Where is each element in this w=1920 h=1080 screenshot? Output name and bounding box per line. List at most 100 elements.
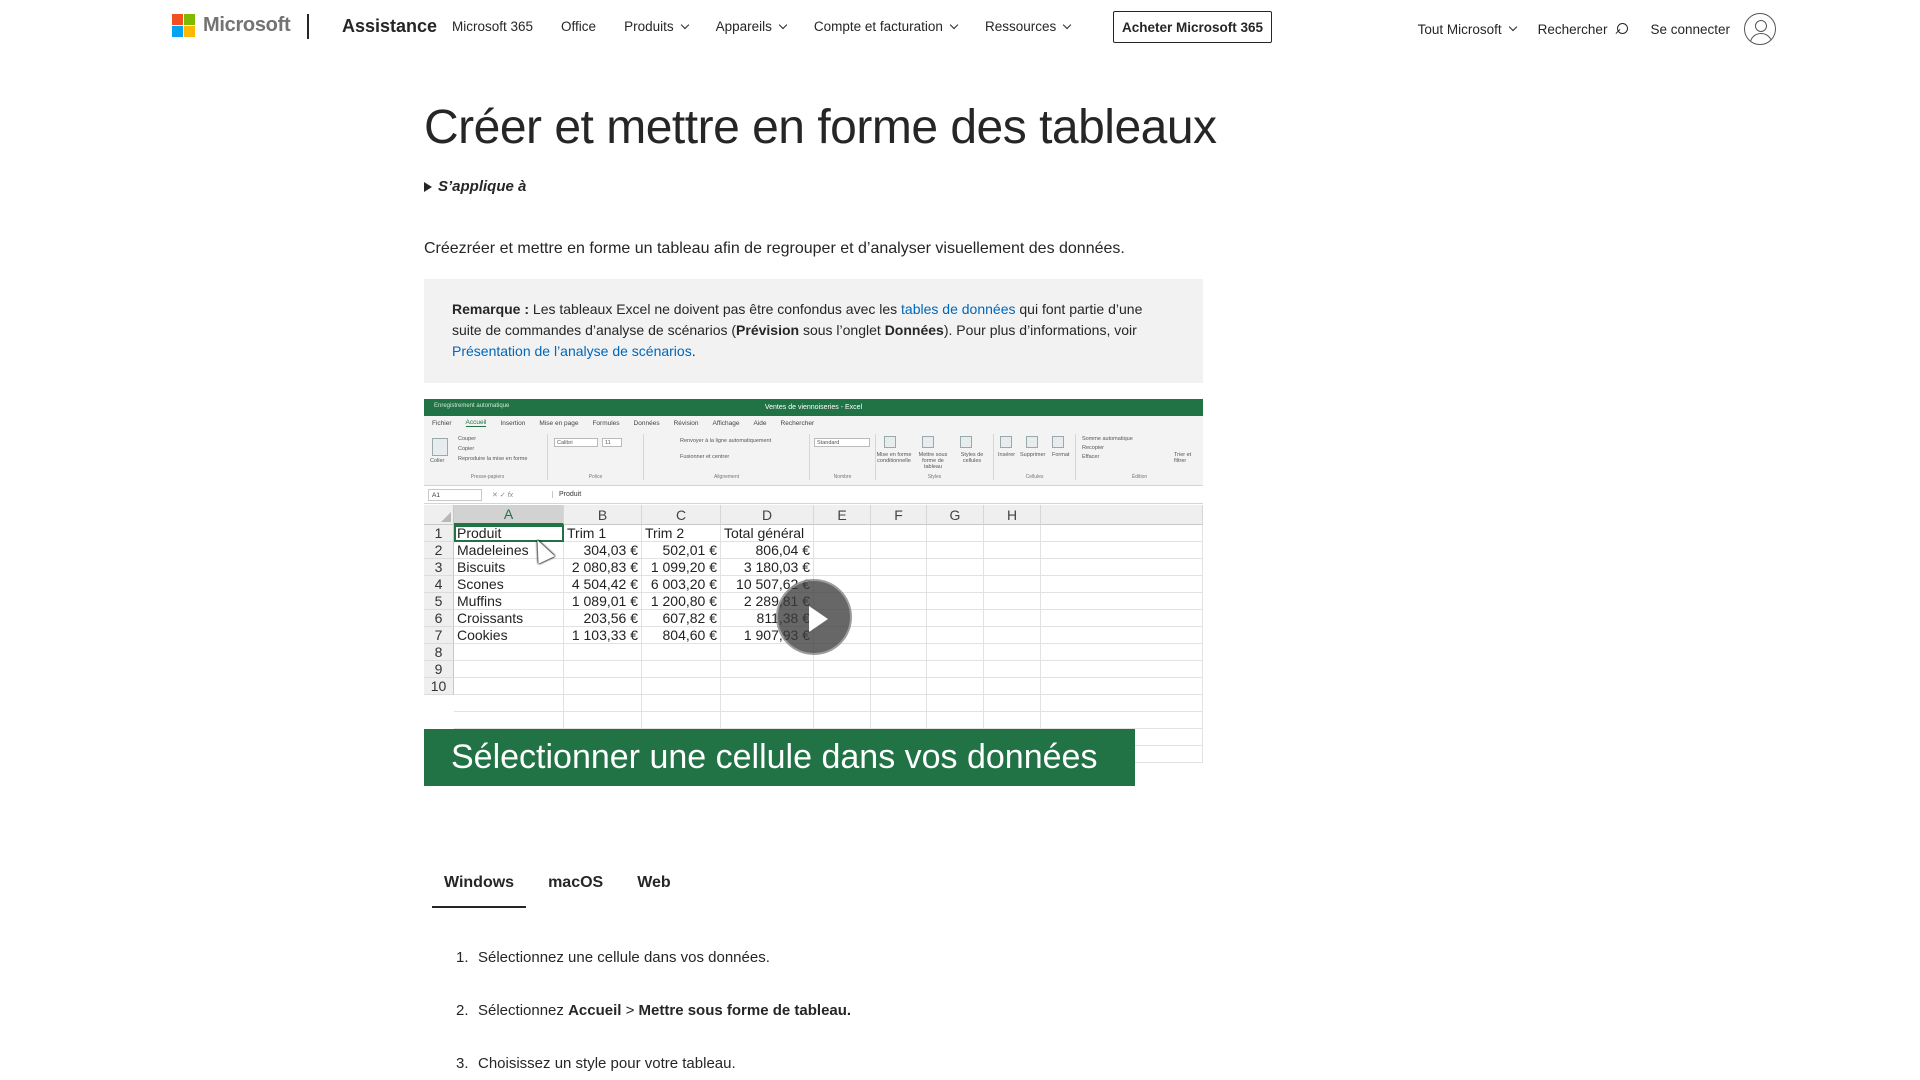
table-cell: 3 180,03 € bbox=[721, 559, 814, 576]
chevron-down-icon bbox=[1508, 22, 1517, 32]
applies-to-toggle[interactable]: S’applique à bbox=[424, 178, 526, 195]
table-cell: Muffins bbox=[454, 593, 564, 610]
video-caption: Sélectionner une cellule dans vos donnée… bbox=[424, 729, 1135, 786]
what-if-analysis-link[interactable]: Présentation de l’analyse de scénarios bbox=[452, 343, 692, 359]
empty-cell bbox=[927, 542, 984, 559]
microsoft-logo[interactable]: Microsoft bbox=[172, 14, 291, 37]
chevron-down-icon bbox=[1062, 20, 1072, 29]
ribbon-group-font: Calibri 11 Police bbox=[548, 434, 644, 480]
assistance-link[interactable]: Assistance bbox=[342, 16, 437, 37]
empty-cell bbox=[927, 593, 984, 610]
data-tables-link[interactable]: tables de données bbox=[901, 301, 1015, 317]
empty-cell bbox=[984, 525, 1041, 542]
main-nav: Microsoft 365 Office Produits Appareils … bbox=[452, 19, 1098, 34]
row-header: 10 bbox=[424, 678, 454, 695]
empty-cell bbox=[927, 610, 984, 627]
excel-menu-3: Mise en page bbox=[539, 419, 579, 427]
tab-windows[interactable]: Windows bbox=[432, 870, 527, 908]
nav-ressources[interactable]: Ressources bbox=[985, 19, 1072, 34]
row-header: 8 bbox=[424, 644, 454, 661]
empty-cell bbox=[871, 661, 927, 678]
step-text-part: > bbox=[621, 1002, 639, 1019]
microsoft-logo-icon bbox=[172, 14, 195, 37]
column-header: G bbox=[927, 505, 984, 525]
empty-cell bbox=[927, 712, 984, 729]
empty-cell bbox=[454, 712, 564, 729]
conditional-format-label: Mise en forme conditionnelle bbox=[876, 452, 912, 464]
excel-menu-9: Rechercher bbox=[780, 419, 815, 427]
table-header-cell: Total général bbox=[721, 525, 814, 542]
tutorial-video[interactable]: Enregistrement automatique Ventes de vie… bbox=[424, 399, 1203, 837]
page-title: Créer et mettre en forme des tableaux bbox=[424, 101, 1217, 154]
nav-produits[interactable]: Produits bbox=[624, 19, 689, 34]
empty-cell bbox=[642, 644, 721, 661]
chevron-down-icon bbox=[949, 20, 959, 29]
empty-cell bbox=[721, 712, 814, 729]
step-text: Sélectionnez Accueil > Mettre sous forme… bbox=[478, 1001, 851, 1021]
empty-cell bbox=[871, 678, 927, 695]
ribbon-group-styles: Mise en forme conditionnelle Mettre sous… bbox=[876, 434, 994, 480]
ribbon-group-alignment: Renvoyer à la ligne automatiquement Fusi… bbox=[644, 434, 810, 480]
format-as-table-icon bbox=[922, 436, 934, 448]
format-as-table-label: Mettre sous forme de tableau bbox=[918, 452, 948, 470]
nav-compte-facturation[interactable]: Compte et facturation bbox=[814, 19, 959, 34]
empty-cell bbox=[814, 559, 871, 576]
ribbon-group-number: Standard Nombre bbox=[810, 434, 876, 480]
empty-cell bbox=[814, 525, 871, 542]
nav-label: Microsoft 365 bbox=[452, 19, 534, 34]
all-microsoft-menu[interactable]: Tout Microsoft bbox=[1418, 22, 1517, 37]
empty-cell bbox=[927, 695, 984, 712]
empty-cell bbox=[1041, 610, 1203, 627]
autosave-label: Enregistrement automatique bbox=[434, 403, 510, 409]
step-text: Sélectionnez une cellule dans vos donnée… bbox=[478, 949, 770, 966]
empty-cell bbox=[454, 678, 564, 695]
note-text: . bbox=[691, 343, 696, 359]
empty-cell bbox=[1041, 712, 1203, 729]
nav-label: Produits bbox=[624, 19, 674, 34]
format-cells-icon bbox=[1052, 436, 1064, 448]
header-utilities: Tout Microsoft Rechercher Se connecter bbox=[1396, 13, 1776, 45]
step-number: 1. bbox=[456, 949, 469, 966]
table-cell: Biscuits bbox=[454, 559, 564, 576]
nav-office[interactable]: Office bbox=[561, 19, 596, 34]
row-header: 4 bbox=[424, 576, 454, 593]
empty-cell bbox=[564, 712, 642, 729]
search-button[interactable]: Rechercher bbox=[1538, 22, 1629, 37]
empty-cell bbox=[1041, 593, 1203, 610]
row-header: 7 bbox=[424, 627, 454, 644]
chevron-down-icon bbox=[778, 20, 788, 29]
list-item: 3. Choisissez un style pour votre tablea… bbox=[456, 1054, 851, 1074]
nav-microsoft-365[interactable]: Microsoft 365 bbox=[452, 19, 533, 34]
empty-cell bbox=[871, 576, 927, 593]
empty-cell bbox=[1041, 542, 1203, 559]
play-icon[interactable] bbox=[776, 579, 852, 655]
empty-cell bbox=[871, 593, 927, 610]
excel-menu-1: Accueil bbox=[465, 419, 487, 427]
empty-cell bbox=[642, 678, 721, 695]
table-cell: 1 200,80 € bbox=[642, 593, 721, 610]
user-avatar-icon[interactable] bbox=[1744, 13, 1776, 45]
empty-cell bbox=[454, 644, 564, 661]
step-number: 2. bbox=[456, 1002, 469, 1019]
tab-macos[interactable]: macOS bbox=[536, 870, 615, 908]
tab-web[interactable]: Web bbox=[625, 870, 682, 908]
column-header: C bbox=[642, 505, 721, 525]
nav-appareils[interactable]: Appareils bbox=[716, 19, 788, 34]
empty-cell bbox=[984, 712, 1041, 729]
table-header-cell: Trim 2 bbox=[642, 525, 721, 542]
table-cell: 1 089,01 € bbox=[564, 593, 642, 610]
buy-microsoft-365-button[interactable]: Acheter Microsoft 365 bbox=[1113, 11, 1273, 43]
cut-label: Couper bbox=[458, 436, 477, 442]
empty-cell bbox=[984, 661, 1041, 678]
empty-cell bbox=[721, 661, 814, 678]
search-label: Rechercher bbox=[1537, 21, 1608, 37]
logo-text: Microsoft bbox=[203, 14, 291, 36]
empty-cell bbox=[721, 695, 814, 712]
empty-cell bbox=[814, 542, 871, 559]
font-size-select: 11 bbox=[602, 438, 622, 447]
ribbon-group-clipboard: Coller Couper Copier Reproduire la mise … bbox=[428, 434, 548, 480]
sign-in-link[interactable]: Se connecter bbox=[1650, 22, 1730, 37]
empty-cell bbox=[1041, 695, 1203, 712]
paste-icon bbox=[432, 438, 448, 456]
step-text-part: Sélectionnez bbox=[478, 1002, 569, 1019]
